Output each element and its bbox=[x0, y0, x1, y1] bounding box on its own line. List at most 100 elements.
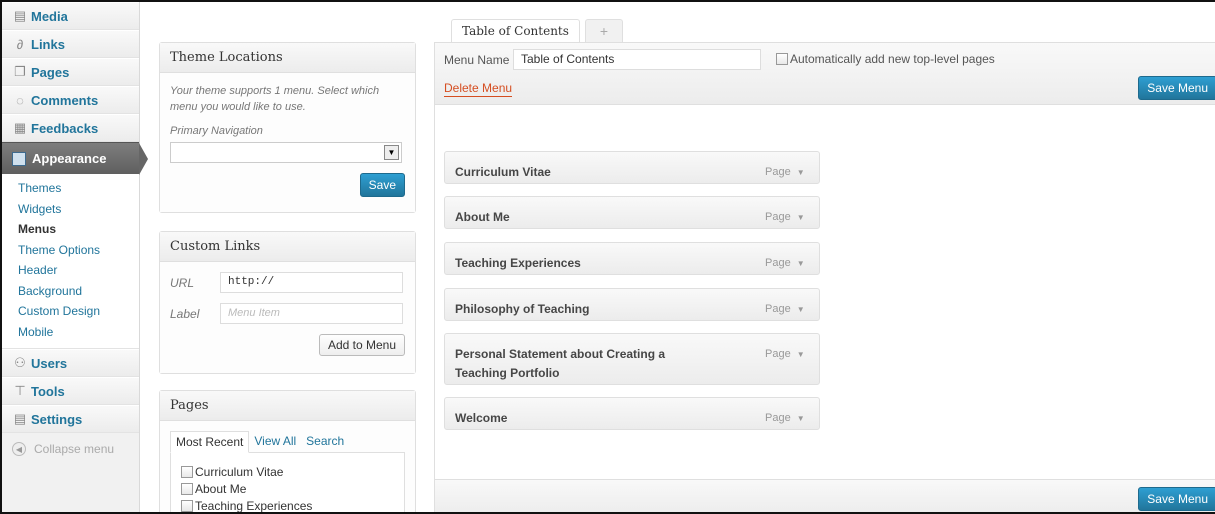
delete-menu-link[interactable]: Delete Menu bbox=[444, 80, 513, 97]
pages-title: Pages bbox=[160, 391, 415, 421]
primary-navigation-label: Primary Navigation bbox=[170, 125, 263, 137]
collapse-label: Collapse menu bbox=[34, 442, 115, 456]
item-expand-arrow-icon[interactable]: ▼ bbox=[797, 414, 805, 423]
sidebar-item-label: Comments bbox=[31, 92, 99, 108]
sidebar-item-comments[interactable]: ◌ Comments bbox=[2, 86, 139, 114]
submenu-item-mobile[interactable]: Mobile bbox=[2, 323, 139, 344]
label-input[interactable]: Menu Item bbox=[220, 303, 403, 324]
tab-search[interactable]: Search bbox=[301, 431, 349, 453]
page-checkbox[interactable] bbox=[181, 465, 193, 478]
menu-item-title: Philosophy of Teaching bbox=[455, 302, 590, 316]
save-locations-button[interactable]: Save bbox=[359, 173, 405, 197]
sidebar-item-feedbacks[interactable]: ▦ Feedbacks bbox=[2, 114, 139, 142]
auto-add-checkbox[interactable] bbox=[776, 53, 788, 65]
list-item[interactable]: Curriculum Vitae bbox=[181, 463, 394, 480]
submenu-item-widgets[interactable]: Widgets bbox=[2, 200, 139, 221]
auto-add-label: Automatically add new top-level pages bbox=[790, 52, 995, 66]
menu-editor: Menu Name Table of Contents Automaticall… bbox=[434, 42, 1215, 512]
sidebar-item-label: Links bbox=[31, 36, 65, 52]
item-expand-arrow-icon[interactable]: ▼ bbox=[797, 168, 805, 177]
theme-locations-title: Theme Locations bbox=[160, 43, 415, 73]
sidebar-item-label: Users bbox=[31, 355, 68, 371]
submenu-item-custom-design[interactable]: Custom Design bbox=[2, 302, 139, 323]
list-item[interactable]: Teaching Experiences bbox=[181, 497, 394, 513]
save-menu-button-bottom[interactable]: Save Menu bbox=[1138, 487, 1215, 511]
submenu-item-themes[interactable]: Themes bbox=[2, 179, 139, 200]
sidebar-item-pages[interactable]: ❐ Pages bbox=[2, 58, 139, 86]
tab-table-of-contents[interactable]: Table of Contents bbox=[451, 19, 580, 43]
menu-item[interactable]: Personal Statement about Creating a Teac… bbox=[444, 333, 820, 385]
menu-item-type: Page bbox=[765, 257, 791, 269]
sidebar-item-tools[interactable]: ⊤ Tools bbox=[2, 377, 139, 405]
collapse-menu-button[interactable]: ◀ Collapse menu bbox=[2, 433, 139, 465]
collapse-arrow-icon: ◀ bbox=[12, 442, 26, 456]
auto-add-option[interactable]: Automatically add new top-level pages bbox=[776, 52, 995, 66]
custom-links-title: Custom Links bbox=[160, 232, 415, 262]
users-icon: ⚇ bbox=[14, 355, 26, 370]
menu-item-title: About Me bbox=[455, 210, 510, 224]
primary-navigation-select[interactable]: ▼ bbox=[170, 142, 402, 163]
sidebar-item-label: Media bbox=[31, 8, 68, 24]
feedbacks-icon: ▦ bbox=[13, 120, 27, 135]
url-input[interactable]: http:// bbox=[220, 272, 403, 293]
item-expand-arrow-icon[interactable]: ▼ bbox=[797, 213, 805, 222]
menu-name-input[interactable]: Table of Contents bbox=[513, 49, 761, 70]
sidebar-item-label: Pages bbox=[31, 64, 70, 80]
item-expand-arrow-icon[interactable]: ▼ bbox=[797, 259, 805, 268]
add-to-menu-button[interactable]: Add to Menu bbox=[318, 334, 405, 356]
menu-item[interactable]: Teaching Experiences Page ▼ bbox=[444, 242, 820, 275]
page-label: About Me bbox=[195, 481, 247, 496]
page-label: Curriculum Vitae bbox=[195, 464, 284, 479]
pages-icon: ❐ bbox=[14, 64, 26, 79]
list-item[interactable]: About Me bbox=[181, 480, 394, 497]
menu-item[interactable]: Curriculum Vitae Page ▼ bbox=[444, 151, 820, 184]
sidebar-item-label: Appearance bbox=[32, 151, 107, 166]
submenu-item-theme-options[interactable]: Theme Options bbox=[2, 241, 139, 262]
media-icon: ▤ bbox=[13, 8, 27, 23]
admin-sidebar: ▤ Media ∂ Links ❐ Pages ◌ Comments ▦ Fee… bbox=[2, 2, 148, 512]
submenu-item-menus[interactable]: Menus bbox=[2, 220, 139, 241]
sidebar-item-links[interactable]: ∂ Links bbox=[2, 30, 139, 58]
menu-item-title: Teaching Experiences bbox=[455, 256, 581, 270]
menu-item[interactable]: Welcome Page ▼ bbox=[444, 397, 820, 430]
submenu-item-header[interactable]: Header bbox=[2, 261, 139, 282]
appearance-icon bbox=[12, 151, 26, 166]
submenu-item-background[interactable]: Background bbox=[2, 282, 139, 303]
sidebar-item-label: Tools bbox=[31, 383, 65, 399]
admin-screen: ▤ Media ∂ Links ❐ Pages ◌ Comments ▦ Fee… bbox=[0, 0, 1215, 514]
dropdown-arrow-icon: ▼ bbox=[384, 145, 399, 160]
pages-box: Pages Most Recent View All Search Curric… bbox=[159, 390, 416, 513]
menu-item-type: Page bbox=[765, 348, 791, 360]
custom-links-box: Custom Links URL http:// Label Menu Item… bbox=[159, 231, 416, 374]
sidebar-item-users[interactable]: ⚇ Users bbox=[2, 349, 139, 377]
links-icon: ∂ bbox=[16, 36, 24, 52]
url-label: URL bbox=[170, 275, 195, 290]
tab-view-all[interactable]: View All bbox=[249, 431, 301, 453]
menu-item[interactable]: About Me Page ▼ bbox=[444, 196, 820, 229]
label-label: Label bbox=[170, 306, 200, 321]
tools-icon: ⊤ bbox=[14, 383, 26, 398]
comments-icon: ◌ bbox=[16, 92, 24, 108]
sidebar-item-settings[interactable]: ▤ Settings bbox=[2, 405, 139, 433]
sidebar-item-media[interactable]: ▤ Media bbox=[2, 2, 139, 30]
tab-most-recent[interactable]: Most Recent bbox=[170, 431, 250, 453]
menu-item-type: Page bbox=[765, 166, 791, 178]
menu-item[interactable]: Philosophy of Teaching Page ▼ bbox=[444, 288, 820, 321]
page-checkbox[interactable] bbox=[181, 482, 193, 495]
add-menu-tab[interactable]: + bbox=[585, 19, 623, 43]
pages-list: Curriculum Vitae About Me Teaching Exper… bbox=[170, 452, 405, 513]
item-expand-arrow-icon[interactable]: ▼ bbox=[797, 305, 805, 314]
sidebar-item-label: Settings bbox=[31, 411, 83, 427]
sidebar-item-appearance[interactable]: Appearance bbox=[2, 142, 148, 175]
menu-item-type: Page bbox=[765, 412, 791, 424]
settings-icon: ▤ bbox=[13, 411, 27, 426]
page-checkbox[interactable] bbox=[181, 499, 193, 512]
menu-item-title: Curriculum Vitae bbox=[455, 165, 551, 179]
save-menu-button[interactable]: Save Menu bbox=[1138, 76, 1215, 100]
item-expand-arrow-icon[interactable]: ▼ bbox=[797, 350, 805, 359]
menu-item-type: Page bbox=[765, 303, 791, 315]
menu-item-title: Welcome bbox=[455, 411, 508, 425]
menu-item-title: Personal Statement about Creating a Teac… bbox=[455, 347, 666, 380]
menu-name-label: Menu Name bbox=[444, 53, 510, 67]
page-label: Teaching Experiences bbox=[195, 498, 313, 513]
